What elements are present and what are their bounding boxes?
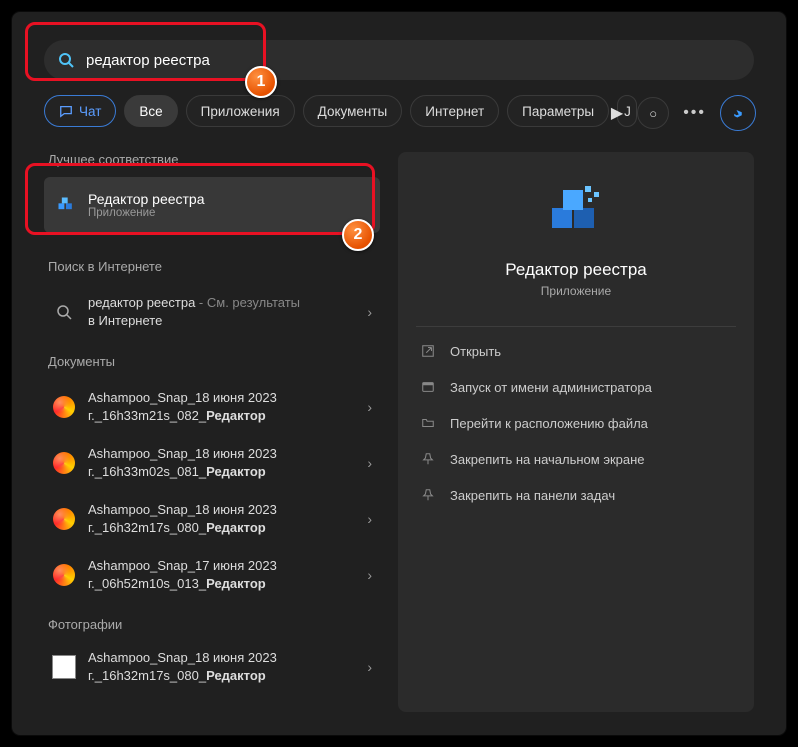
results-left-column: Лучшее соответствие Редактор реестра При… [44,152,380,692]
document-item[interactable]: Ashampoo_Snap_18 июня 2023 г._16h33m02s_… [44,435,380,491]
detail-subtitle: Приложение [541,284,611,298]
section-best-match-title: Лучшее соответствие [48,152,380,167]
section-web-title: Поиск в Интернете [48,259,380,274]
detail-panel: Редактор реестра Приложение Открыть Запу… [398,152,754,712]
chevron-right-icon: › [367,455,372,471]
best-match-item[interactable]: Редактор реестра Приложение [44,177,380,233]
chevron-right-icon: › [367,399,372,415]
chevron-right-icon: › [367,304,372,320]
pin-icon [420,487,436,503]
document-item-text: Ashampoo_Snap_18 июня 2023 г._16h32m17s_… [88,501,367,536]
start-search-window: Чат Все Приложения Документы Интернет Па… [12,12,786,735]
document-item-text: Ashampoo_Snap_18 июня 2023 г._16h33m21s_… [88,389,367,424]
search-icon [52,300,76,324]
divider [416,326,736,327]
document-item[interactable]: Ashampoo_Snap_17 июня 2023 г._06h52m10s_… [44,547,380,603]
document-item[interactable]: Ashampoo_Snap_18 июня 2023 г._16h32m17s_… [44,491,380,547]
bing-button[interactable] [720,95,756,131]
tab-label: Приложения [201,104,280,119]
action-pin-start[interactable]: Закрепить на начальном экране [398,441,754,477]
search-tabs: Чат Все Приложения Документы Интернет Па… [44,95,637,127]
action-open-location[interactable]: Перейти к расположению файла [398,405,754,441]
search-bar[interactable] [44,40,754,80]
account-button[interactable]: ○ [637,97,669,129]
chevron-right-icon: › [367,511,372,527]
shield-icon [420,379,436,395]
circle-icon: ○ [649,106,657,121]
search-icon [58,52,74,68]
tab-label: Чат [79,104,101,119]
action-run-as-admin[interactable]: Запуск от имени администратора [398,369,754,405]
action-pin-taskbar[interactable]: Закрепить на панели задач [398,477,754,513]
more-icon[interactable]: ••• [683,104,706,122]
best-match-title: Редактор реестра [88,191,205,207]
play-icon[interactable]: ▶ [611,103,623,123]
chevron-right-icon: › [367,567,372,583]
tab-settings[interactable]: Параметры [507,95,609,127]
tab-chat[interactable]: Чат [44,95,116,127]
document-item-text: Ashampoo_Snap_17 июня 2023 г._06h52m10s_… [88,557,367,592]
document-icon [52,563,76,587]
open-icon [420,343,436,359]
tab-label: Документы [318,104,388,119]
tab-all[interactable]: Все [124,95,177,127]
action-open[interactable]: Открыть [398,333,754,369]
tab-label: Все [139,104,162,119]
best-match-text: Редактор реестра Приложение [88,191,205,219]
document-item-text: Ashampoo_Snap_18 июня 2023 г._16h33m02s_… [88,445,367,480]
chevron-right-icon: › [367,659,372,675]
action-label: Открыть [450,344,501,359]
section-documents-title: Документы [48,354,380,369]
tab-label: Интернет [425,104,484,119]
tab-documents[interactable]: Документы [303,95,403,127]
action-label: Запуск от имени администратора [450,380,652,395]
document-icon [52,395,76,419]
document-icon [52,451,76,475]
detail-hero: Редактор реестра Приложение [398,152,754,320]
photo-icon [52,655,76,679]
photo-item-text: Ashampoo_Snap_18 июня 2023 г._16h32m17s_… [88,649,367,684]
best-match-subtitle: Приложение [88,207,205,219]
search-input[interactable] [84,51,388,70]
action-label: Закрепить на начальном экране [450,452,645,467]
detail-title: Редактор реестра [505,260,646,280]
document-item[interactable]: Ashampoo_Snap_18 июня 2023 г._16h33m21s_… [44,379,380,435]
web-search-item[interactable]: редактор реестра - См. результаты в Инте… [44,284,380,340]
tabs-right-controls: ▶ ○ ••• [611,95,756,131]
tab-apps[interactable]: Приложения [186,95,295,127]
pin-icon [420,451,436,467]
photo-item[interactable]: Ashampoo_Snap_18 июня 2023 г._16h32m17s_… [44,642,380,692]
document-icon [52,507,76,531]
web-item-text: редактор реестра - См. результаты в Инте… [88,294,367,329]
action-label: Перейти к расположению файла [450,416,648,431]
regedit-icon [56,195,76,215]
section-photos-title: Фотографии [48,617,380,632]
tab-web[interactable]: Интернет [410,95,499,127]
folder-icon [420,415,436,431]
tab-label: Параметры [522,104,594,119]
regedit-large-icon [544,178,608,242]
action-label: Закрепить на панели задач [450,488,615,503]
